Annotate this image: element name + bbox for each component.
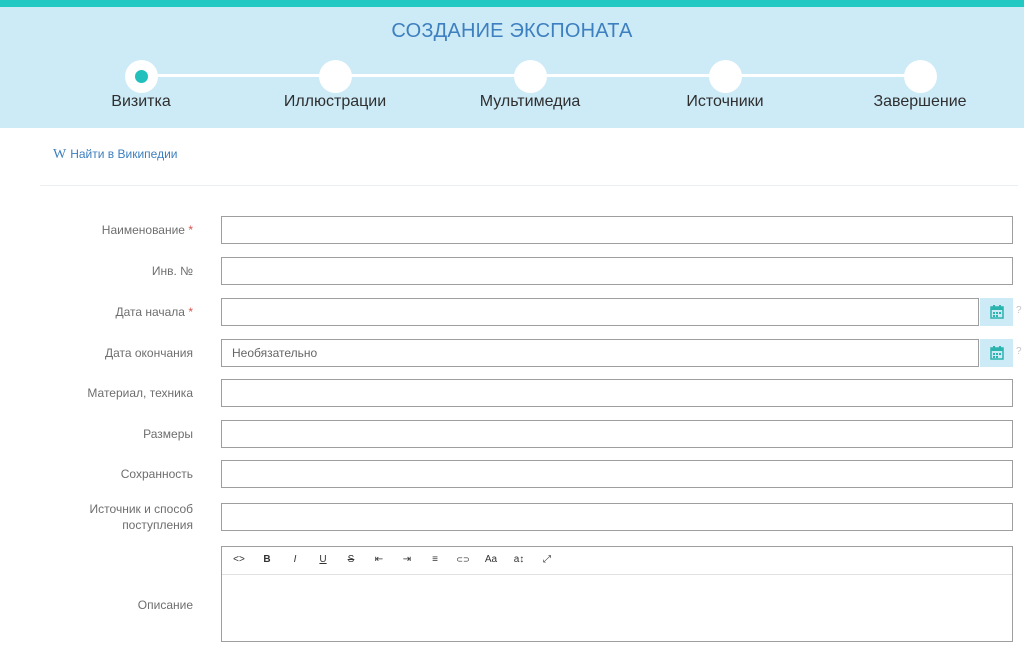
bold-icon[interactable]: B — [257, 553, 277, 567]
inventory-number-input[interactable] — [221, 257, 1013, 285]
step-vizitka[interactable]: Визитка — [61, 60, 221, 110]
material-label: Материал, техника — [87, 386, 193, 400]
section-divider — [40, 185, 1018, 186]
step-completion[interactable]: Завершение — [840, 60, 1000, 110]
line-height-icon[interactable]: a↕ — [509, 553, 529, 567]
editor-toolbar: <> B I U S ⇤ ⇥ ≡ ⊂⊃ Aa a↕ ⤢ — [222, 547, 1012, 575]
italic-icon[interactable]: I — [285, 553, 305, 567]
underline-icon[interactable]: U — [313, 553, 333, 567]
font-size-icon[interactable]: Aa — [481, 553, 501, 567]
page-title: СОЗДАНИЕ ЭКСПОНАТА — [391, 20, 633, 42]
required-mark: * — [188, 223, 193, 237]
step-marker — [903, 60, 937, 93]
end-date-label: Дата окончания — [104, 346, 193, 360]
source-input[interactable] — [221, 503, 1013, 531]
step-label: Иллюстрации — [283, 93, 387, 110]
size-input[interactable] — [221, 420, 1013, 448]
condition-label: Сохранность — [120, 467, 193, 481]
step-label: Источники — [686, 93, 764, 110]
step-label: Визитка — [111, 93, 171, 110]
calendar-icon — [990, 346, 1004, 360]
step-label: Завершение — [873, 93, 967, 110]
step-marker — [318, 60, 352, 93]
end-date-placeholder: Необязательно — [232, 346, 318, 360]
start-date-label: Дата начала * — [115, 305, 193, 319]
end-date-input[interactable]: Необязательно — [221, 339, 979, 367]
step-marker-active — [124, 60, 158, 93]
calendar-icon — [990, 305, 1004, 319]
wizard-header: СОЗДАНИЕ ЭКСПОНАТА Визитка Иллюстрации М… — [0, 7, 1024, 128]
start-date-input[interactable] — [221, 298, 979, 326]
description-label: Описание — [137, 598, 193, 612]
strikethrough-icon[interactable]: S — [341, 553, 361, 567]
step-illustrations[interactable]: Иллюстрации — [255, 60, 415, 110]
wikipedia-link-label: Найти в Википедии — [70, 147, 178, 161]
fullscreen-icon[interactable]: ⤢ — [537, 553, 557, 567]
step-label: Мультимедиа — [479, 93, 581, 110]
outdent-icon[interactable]: ⇤ — [369, 553, 389, 567]
start-date-calendar-button[interactable] — [980, 298, 1013, 326]
end-date-help-icon[interactable]: ? — [1016, 346, 1022, 357]
step-sources[interactable]: Источники — [645, 60, 805, 110]
end-date-calendar-button[interactable] — [980, 339, 1013, 367]
inventory-number-label: Инв. № — [151, 264, 193, 278]
editor-content-area[interactable] — [222, 575, 1012, 641]
wikipedia-search-link[interactable]: W Найти в Википедии — [53, 147, 177, 163]
align-left-icon[interactable]: ≡ — [425, 553, 445, 567]
step-multimedia[interactable]: Мультимедиа — [450, 60, 610, 110]
condition-input[interactable] — [221, 460, 1013, 488]
description-editor[interactable]: <> B I U S ⇤ ⇥ ≡ ⊂⊃ Aa a↕ ⤢ — [221, 546, 1013, 642]
step-marker — [708, 60, 742, 93]
indent-icon[interactable]: ⇥ — [397, 553, 417, 567]
material-input[interactable] — [221, 379, 1013, 407]
name-label: Наименование * — [101, 223, 193, 237]
start-date-help-icon[interactable]: ? — [1016, 305, 1022, 316]
wikipedia-icon: W — [53, 147, 67, 162]
name-input[interactable] — [221, 216, 1013, 244]
link-icon[interactable]: ⊂⊃ — [453, 553, 473, 567]
code-view-icon[interactable]: <> — [229, 553, 249, 567]
size-label: Размеры — [143, 427, 193, 441]
source-label: Источник и способ поступления — [89, 502, 193, 532]
required-mark: * — [188, 305, 193, 319]
step-marker — [513, 60, 547, 93]
top-accent-bar — [0, 0, 1024, 7]
